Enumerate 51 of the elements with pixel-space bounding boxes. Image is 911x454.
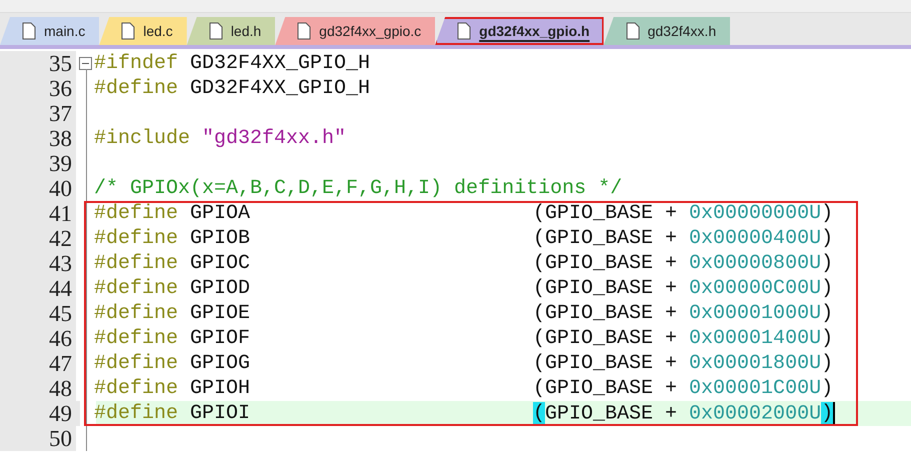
code-text: #define GD32F4XX_GPIO_H xyxy=(94,77,372,100)
document-icon xyxy=(626,22,640,40)
code-text: #define GPIOF xyxy=(94,327,252,350)
code-text: (GPIO_BASE + 0x00001C00U) xyxy=(533,377,834,400)
document-icon xyxy=(208,22,223,40)
file-tab[interactable]: gd32f4xx_gpio.c xyxy=(275,17,436,45)
code-text: #define GPIOC xyxy=(94,252,252,275)
line-number: 42 xyxy=(0,226,76,251)
code-text: (GPIO_BASE + 0x00000800U) xyxy=(533,252,834,275)
code-text: #define GPIOD xyxy=(94,277,252,300)
line-number: 43 xyxy=(0,251,76,276)
file-tab[interactable]: led.c xyxy=(99,17,187,45)
file-tab[interactable]: led.h xyxy=(186,17,276,45)
line-number: 47 xyxy=(0,351,76,376)
line-number: 38 xyxy=(0,126,76,151)
code-text: #define GPIOA xyxy=(94,202,252,225)
code-text: #ifndef GD32F4XX_GPIO_H xyxy=(94,52,372,75)
line-number: 41 xyxy=(0,201,76,226)
code-text: #define GPIOB xyxy=(94,227,252,250)
code-text: (GPIO_BASE + 0x00001000U) xyxy=(533,302,834,325)
line-number: 40 xyxy=(0,176,76,201)
line-number: 44 xyxy=(0,276,76,301)
document-icon xyxy=(121,22,136,40)
code-text: #include "gd32f4xx.h" xyxy=(94,127,348,150)
line-number: 48 xyxy=(0,376,76,401)
code-text: (GPIO_BASE + 0x00001400U) xyxy=(533,327,834,350)
line-number: 46 xyxy=(0,326,76,351)
code-text: (GPIO_BASE + 0x00002000U) xyxy=(533,402,836,426)
file-tab[interactable]: main.c xyxy=(0,17,100,45)
code-text: (GPIO_BASE + 0x00001800U) xyxy=(533,352,834,375)
line-number: 35 xyxy=(0,51,76,76)
line-number: 36 xyxy=(0,76,76,101)
document-icon xyxy=(297,22,312,40)
code-text: /* GPIOx(x=A,B,C,D,E,F,G,H,I) definitions */ xyxy=(94,177,622,200)
file-tab[interactable]: gd32f4xx_gpio.h xyxy=(435,17,604,45)
code-text: #define GPIOG xyxy=(94,352,252,375)
line-number: 39 xyxy=(0,151,76,176)
code-text: (GPIO_BASE + 0x00000000U) xyxy=(533,202,834,225)
code-text: #define GPIOE xyxy=(94,302,252,325)
document-icon xyxy=(22,22,36,40)
code-text: #define GPIOH xyxy=(94,377,252,400)
fold-icon[interactable] xyxy=(78,57,92,70)
code-text: (GPIO_BASE + 0x00000C00U) xyxy=(533,277,834,300)
file-tab[interactable]: gd32f4xx.h xyxy=(604,17,730,45)
line-number: 49 xyxy=(48,401,73,426)
code-text: #define GPIOI xyxy=(94,402,252,425)
line-number: 37 xyxy=(0,101,76,126)
document-icon xyxy=(457,22,472,40)
line-number: 45 xyxy=(0,301,76,326)
code-text: (GPIO_BASE + 0x00000400U) xyxy=(533,227,834,250)
line-number: 50 xyxy=(0,426,76,451)
